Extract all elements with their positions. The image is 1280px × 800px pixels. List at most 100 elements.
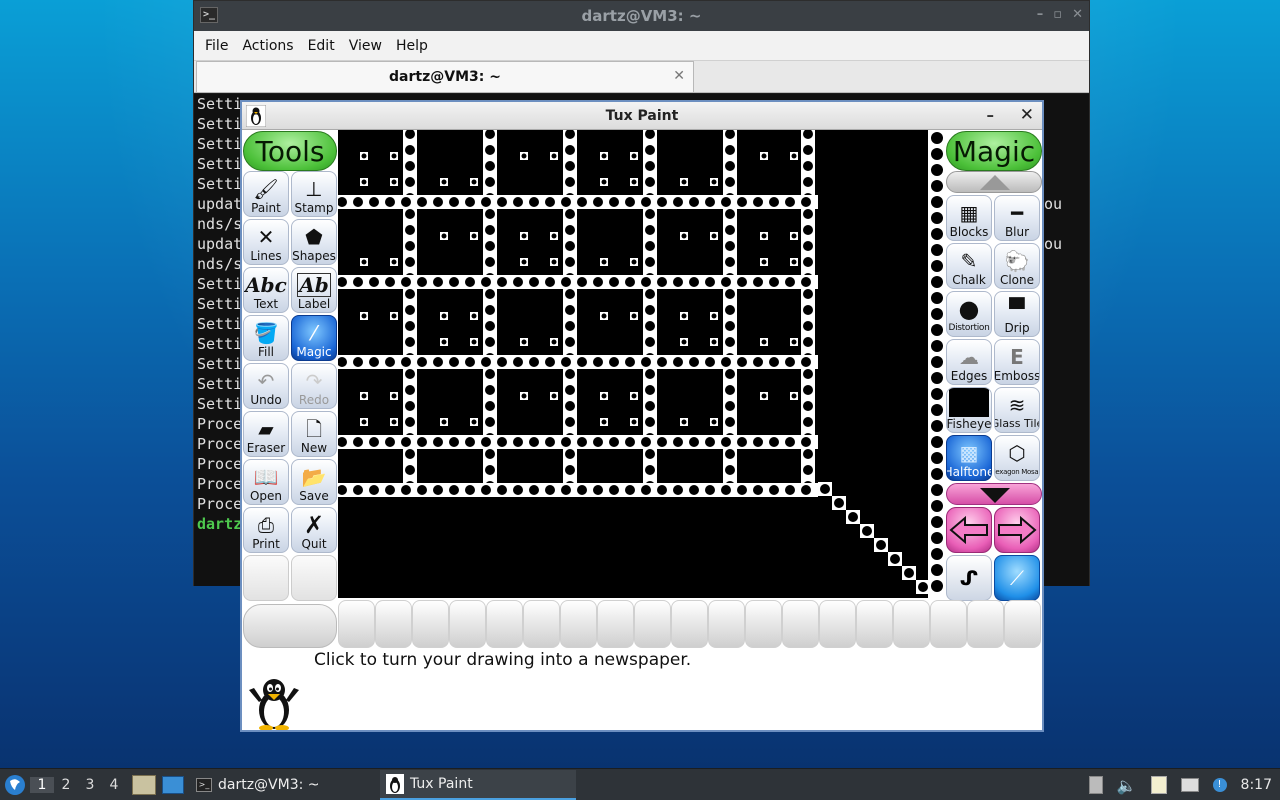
halftone-dot [631,313,637,319]
desktop-icon[interactable] [162,775,184,794]
tool-new-button[interactable]: 🗋 New [291,411,337,457]
menu-file[interactable]: File [198,38,235,54]
prev-page-button[interactable] [946,507,992,553]
workspace-3[interactable]: 3 [78,777,102,793]
close-icon[interactable]: ✕ [1072,7,1083,22]
halftone-dot [485,161,495,171]
start-menu-button[interactable] [0,770,30,800]
color-swatch[interactable] [819,600,856,648]
color-swatch[interactable] [930,600,967,648]
magic-fullscreen-mode-button[interactable]: ⟋ [994,555,1040,601]
halftone-dot [931,308,943,320]
color-swatch[interactable] [523,600,560,648]
color-swatch[interactable] [597,600,634,648]
magic-label: Clone [999,273,1035,287]
color-swatch[interactable] [1004,600,1041,648]
color-swatch[interactable] [708,600,745,648]
tab-close-icon[interactable]: ✕ [673,68,685,84]
tool-open-button[interactable]: 📖 Open [243,459,289,505]
task-tuxpaint[interactable]: Tux Paint [380,769,576,800]
minimize-icon[interactable]: – [987,106,995,124]
task-terminal[interactable]: >_ dartz@VM3: ~ [190,770,380,800]
tool-quit-button[interactable]: ✗ Quit [291,507,337,553]
color-swatch[interactable] [634,600,671,648]
volume-icon[interactable]: 🔈 [1117,776,1137,795]
menu-help[interactable]: Help [389,38,435,54]
workspace-1[interactable]: 1 [30,776,54,793]
magic-edges-button[interactable]: ☁ Edges [946,339,992,385]
halftone-dot [725,417,735,427]
magic-paint-mode-button[interactable]: ᔑ [946,555,992,601]
tool-eraser-button[interactable]: ▰ Eraser [243,411,289,457]
halftone-dot [737,357,747,367]
halftone-dot [485,209,495,219]
network-icon[interactable] [1180,778,1199,792]
color-swatch[interactable] [412,600,449,648]
drawing-canvas[interactable] [338,130,930,598]
maximize-icon[interactable]: ▫ [1053,7,1062,22]
halftone-dot [353,437,363,447]
tuxpaint-titlebar[interactable]: Tux Paint – ✕ [242,102,1042,130]
terminal-titlebar[interactable]: >_ dartz@VM3: ~ – ▫ ✕ [194,1,1089,31]
minimize-icon[interactable]: – [1037,7,1044,22]
tool-lines-button[interactable]: ✕ Lines [243,219,289,265]
magic-hexagon-mosaic-button[interactable]: ⬡ Hexagon Mosaic [994,435,1040,481]
magic-scroll-up-button[interactable] [946,171,1042,193]
notes-icon[interactable] [1150,776,1167,794]
magic-clone-button[interactable]: 🐑 Clone [994,243,1040,289]
workspace-2[interactable]: 2 [54,777,78,793]
halftone-dot [609,277,619,287]
clock[interactable]: 8:17 [1241,777,1272,793]
color-swatch[interactable] [893,600,930,648]
terminal-line: Setti [197,275,243,293]
magic-chalk-button[interactable]: ✎ Chalk [946,243,992,289]
color-swatch[interactable] [338,600,375,648]
tool-save-button[interactable]: 📂 Save [291,459,337,505]
magic-halftone-button[interactable]: ▩ Halftone [946,435,992,481]
tool-undo-button[interactable]: ↶ Undo [243,363,289,409]
magic-scroll-down-button[interactable] [946,483,1042,505]
color-swatch[interactable] [671,600,708,648]
halftone-dot [931,356,943,368]
terminal-tab[interactable]: dartz@VM3: ~ ✕ [196,61,694,92]
tool-shapes-button[interactable]: ⬟ Shapes [291,219,337,265]
tool-fill-button[interactable]: 🪣 Fill [243,315,289,361]
color-swatch[interactable] [745,600,782,648]
color-swatch[interactable] [486,600,523,648]
tool-label: Print [252,537,280,551]
tool-redo-button[interactable]: ↷ Redo [291,363,337,409]
color-swatch[interactable] [560,600,597,648]
magic-glass-tile-button[interactable]: ≋ Glass Tile [994,387,1040,433]
file-manager-icon[interactable] [132,774,156,795]
menu-edit[interactable]: Edit [301,38,342,54]
close-icon[interactable]: ✕ [1020,105,1034,125]
workspace-4[interactable]: 4 [102,777,126,793]
color-swatch[interactable] [782,600,819,648]
clipboard-icon[interactable] [1088,776,1103,794]
magic-blur-button[interactable]: ━ Blur [994,195,1040,241]
tool-stamp-button[interactable]: ⊥ Stamp [291,171,337,217]
tool-paint-button[interactable]: 🖌 Paint [243,171,289,217]
magic-blocks-button[interactable]: ▦ Blocks [946,195,992,241]
terminal-line: Setti [197,395,243,413]
color-swatch[interactable] [967,600,1004,648]
color-swatch[interactable] [449,600,486,648]
color-swatch[interactable] [856,600,893,648]
menu-actions[interactable]: Actions [235,38,300,54]
next-page-button[interactable] [994,507,1040,553]
tool-print-button[interactable]: ⎙ Print [243,507,289,553]
magic-fisheye-button[interactable]: Fisheye [946,387,992,433]
updates-icon[interactable]: ! [1212,778,1227,792]
magic-distortion-button[interactable]: ● Distortion [946,291,992,337]
magic-drip-button[interactable]: ▀ Drip [994,291,1040,337]
hexagon-mosaic-icon: ⬡ [1008,441,1026,465]
magic-emboss-button[interactable]: E Emboss [994,339,1040,385]
tool-label-button[interactable]: Ab Label [291,267,337,313]
menu-view[interactable]: View [342,38,389,54]
halftone-dot [417,197,427,207]
tool-magic-button[interactable]: ⁄ Magic [291,315,337,361]
color-swatch[interactable] [375,600,412,648]
halftone-dot [405,401,415,411]
tool-text-button[interactable]: Abc Text [243,267,289,313]
halftone-dot [361,153,367,159]
